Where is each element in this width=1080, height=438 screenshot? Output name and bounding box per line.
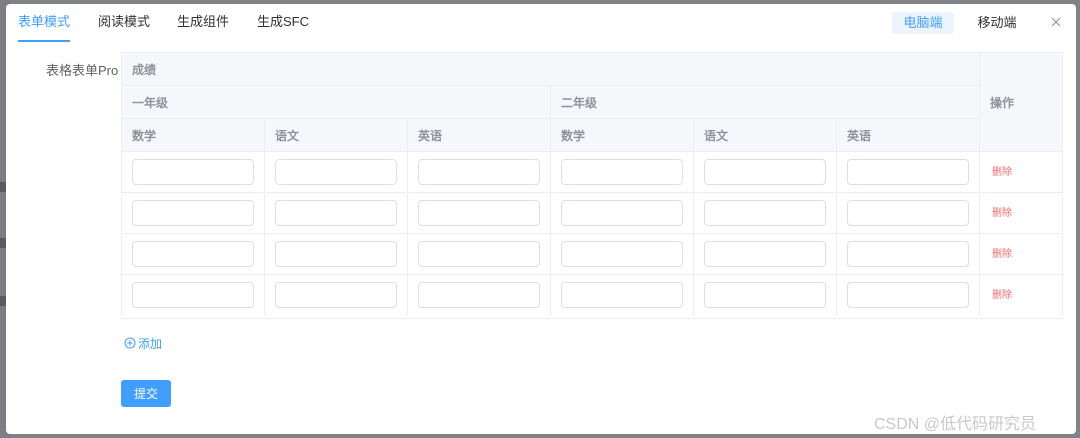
score-input[interactable]	[418, 159, 540, 185]
column-header-math: 数学	[551, 119, 694, 152]
subgroup-header-grade1: 一年级	[122, 86, 551, 119]
add-row-label: 添加	[138, 336, 163, 351]
score-input[interactable]	[704, 200, 826, 226]
device-toggle-mobile[interactable]: 移动端	[972, 12, 1022, 34]
table-cell	[265, 234, 408, 275]
table-cell	[408, 234, 551, 275]
actions-header-label: 操作	[990, 95, 1015, 110]
table-cell	[122, 275, 265, 316]
add-row-button[interactable]: 添加	[124, 335, 162, 351]
column-label: 语文	[704, 128, 729, 143]
table-cell	[551, 152, 694, 193]
table-cell	[694, 275, 837, 316]
score-input[interactable]	[132, 282, 254, 308]
table-cell	[551, 193, 694, 234]
submit-button[interactable]: 提交	[121, 380, 171, 407]
plus-circle-icon	[124, 337, 136, 349]
column-header-english: 英语	[408, 119, 551, 152]
table-cell	[551, 275, 694, 316]
column-header-math: 数学	[122, 119, 265, 152]
actions-header: 操作	[980, 53, 1062, 152]
subgroup-header-grade2: 二年级	[551, 86, 980, 119]
action-cell: 删除	[980, 234, 1062, 275]
table-cell	[694, 193, 837, 234]
score-input[interactable]	[418, 241, 540, 267]
table-cell	[694, 152, 837, 193]
tab-generate-component[interactable]: 生成组件	[177, 4, 229, 42]
table-cell	[265, 193, 408, 234]
table-cell	[122, 234, 265, 275]
delete-row-button[interactable]: 删除	[992, 234, 1012, 275]
group-header-score: 成绩	[122, 53, 980, 86]
score-input[interactable]	[275, 159, 397, 185]
table-cell	[408, 152, 551, 193]
table-cell	[265, 275, 408, 316]
column-header-chinese: 语文	[265, 119, 408, 152]
column-header-chinese: 语文	[694, 119, 837, 152]
score-input[interactable]	[704, 241, 826, 267]
score-input[interactable]	[132, 200, 254, 226]
tab-read-mode[interactable]: 阅读模式	[98, 4, 150, 42]
form-item-label: 表格表单Pro	[46, 63, 119, 78]
score-input[interactable]	[847, 282, 969, 308]
column-label: 英语	[418, 128, 443, 143]
score-input[interactable]	[418, 200, 540, 226]
score-input[interactable]	[704, 159, 826, 185]
score-input[interactable]	[561, 241, 683, 267]
subgroup-label: 二年级	[561, 95, 598, 110]
tab-form-mode[interactable]: 表单模式	[18, 4, 71, 42]
column-label: 数学	[132, 128, 157, 143]
score-input[interactable]	[275, 241, 397, 267]
score-input[interactable]	[132, 159, 254, 185]
score-input[interactable]	[275, 200, 397, 226]
score-input[interactable]	[132, 241, 254, 267]
table-cell	[837, 193, 980, 234]
table-cell	[551, 234, 694, 275]
table-cell	[122, 193, 265, 234]
tab-generate-sfc[interactable]: 生成SFC	[257, 4, 309, 42]
score-table: 成绩 操作 一年级 二年级 数学 语文 英语 数学 语文 英语 删除 删除 删除 删除	[121, 52, 1063, 319]
column-label: 数学	[561, 128, 586, 143]
score-input[interactable]	[561, 200, 683, 226]
table-cell	[837, 275, 980, 316]
column-label: 英语	[847, 128, 872, 143]
dialog-header: 表单模式 阅读模式 生成组件 生成SFC 电脑端 移动端	[6, 4, 1076, 42]
score-input[interactable]	[704, 282, 826, 308]
score-input[interactable]	[847, 241, 969, 267]
close-icon[interactable]	[1048, 14, 1064, 30]
score-input[interactable]	[561, 159, 683, 185]
subgroup-label: 一年级	[132, 95, 169, 110]
score-input[interactable]	[561, 282, 683, 308]
watermark-text: CSDN @低代码研究员	[874, 416, 1037, 433]
table-cell	[837, 152, 980, 193]
column-header-english: 英语	[837, 119, 980, 152]
column-label: 语文	[275, 128, 300, 143]
group-header-label: 成绩	[132, 62, 157, 77]
table-cell	[408, 193, 551, 234]
score-input[interactable]	[847, 159, 969, 185]
form-designer-dialog: 表单模式 阅读模式 生成组件 生成SFC 电脑端 移动端 表格表单Pro 成绩 …	[6, 4, 1076, 434]
table-cell	[837, 234, 980, 275]
table-cell	[694, 234, 837, 275]
action-cell: 删除	[980, 275, 1062, 316]
delete-row-button[interactable]: 删除	[992, 152, 1012, 193]
action-cell: 删除	[980, 193, 1062, 234]
delete-row-button[interactable]: 删除	[992, 193, 1012, 234]
table-cell	[122, 152, 265, 193]
device-toggle-desktop[interactable]: 电脑端	[892, 12, 954, 34]
table-cell	[265, 152, 408, 193]
action-cell: 删除	[980, 152, 1062, 193]
score-input[interactable]	[275, 282, 397, 308]
score-input[interactable]	[418, 282, 540, 308]
delete-row-button[interactable]: 删除	[992, 275, 1012, 316]
score-input[interactable]	[847, 200, 969, 226]
table-cell	[408, 275, 551, 316]
